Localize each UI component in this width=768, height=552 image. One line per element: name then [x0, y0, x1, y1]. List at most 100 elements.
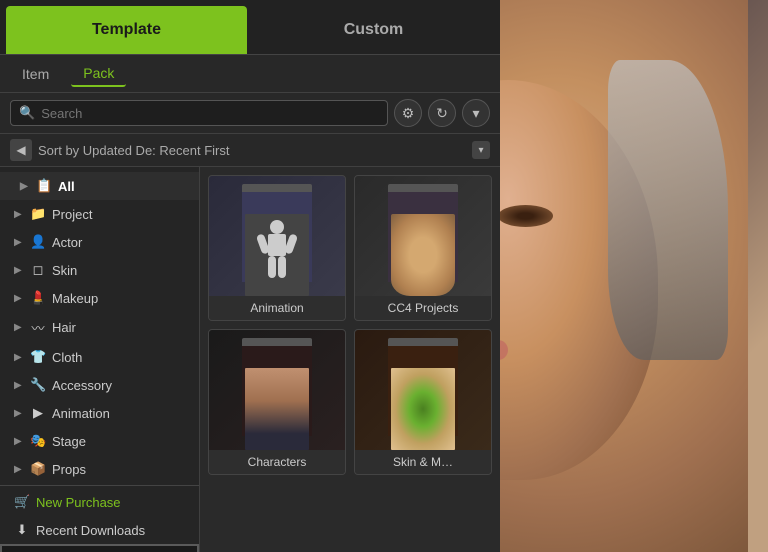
accessory-arrow-icon: ▶: [14, 380, 24, 391]
sidebar-item-stage-label: Stage: [52, 434, 86, 449]
grid-thumb-skin: [355, 330, 491, 450]
sidebar-item-cloth[interactable]: ▶ 👕 Cloth: [0, 343, 199, 371]
sort-label: Sort by Updated De: Recent First: [38, 143, 466, 158]
chevron-down-icon-btn[interactable]: ▾: [462, 99, 490, 127]
search-row: 🔍 ⚙ ↻ ▾: [0, 93, 500, 134]
skin-arrow-icon: ▶: [14, 265, 24, 276]
sidebar-item-makeup-label: Makeup: [52, 291, 98, 306]
purchase-icon: 🛒: [14, 494, 30, 510]
sidebar-item-animation[interactable]: ▶ ▶ Animation: [0, 399, 199, 427]
sidebar-item-new-purchase[interactable]: 🛒 New Purchase: [0, 488, 199, 516]
accessory-icon: 🔧: [30, 377, 46, 393]
project-folder-icon: 📁: [30, 206, 46, 222]
refresh-icon-btn[interactable]: ↻: [428, 99, 456, 127]
main-panel: Template Custom Item Pack 🔍 ⚙ ↻ ▾ ◀ So: [0, 0, 500, 552]
grid-item-cc4-label: CC4 Projects: [355, 296, 491, 320]
sidebar-item-accessory[interactable]: ▶ 🔧 Accessory: [0, 371, 199, 399]
grid-item-animation[interactable]: Animation: [208, 175, 346, 321]
grid-thumb-characters: [209, 330, 345, 450]
sub-tab-pack[interactable]: Pack: [71, 61, 126, 87]
grid-item-skin[interactable]: Skin & M…: [354, 329, 492, 475]
animation-arrow-icon: ▶: [14, 408, 24, 419]
animation-icon: ▶: [30, 405, 46, 421]
refresh-icon: ↻: [436, 105, 448, 122]
props-arrow-icon: ▶: [14, 464, 24, 475]
all-folder-icon: 📋: [36, 178, 52, 194]
tabs-row: Template Custom: [0, 0, 500, 55]
stage-icon: 🎭: [30, 433, 46, 449]
main-content: ▶ 📋 All ▶ 📁 Project ▶ 👤 Actor ▶ ◻ Skin ▶: [0, 167, 500, 552]
search-icons: ⚙ ↻ ▾: [394, 99, 490, 127]
hair-arrow-icon: ▶: [14, 322, 24, 333]
skin-eye-preview: [391, 368, 455, 450]
cc4-face-preview: [391, 214, 455, 296]
makeup-icon: 💄: [30, 290, 46, 306]
download-icon: ⬇: [14, 522, 30, 538]
characters-folder-preview: [245, 368, 309, 450]
props-icon: 📦: [30, 461, 46, 477]
stage-arrow-icon: ▶: [14, 436, 24, 447]
grid-item-characters[interactable]: Characters: [208, 329, 346, 475]
cloth-arrow-icon: ▶: [14, 352, 24, 363]
grid-item-animation-label: Animation: [209, 296, 345, 320]
sidebar: ▶ 📋 All ▶ 📁 Project ▶ 👤 Actor ▶ ◻ Skin ▶: [0, 167, 200, 552]
humanoid-leg-right: [278, 256, 286, 278]
cc4-folder-preview: [391, 214, 455, 296]
sidebar-item-makeup[interactable]: ▶ 💄 Makeup: [0, 284, 199, 312]
grid-thumb-cc4: [355, 176, 491, 296]
actor-icon: 👤: [30, 234, 46, 250]
search-input[interactable]: [41, 106, 379, 121]
sidebar-item-all-label: All: [58, 179, 75, 194]
sidebar-item-new-purchase-label: New Purchase: [36, 495, 121, 510]
sidebar-item-actor[interactable]: ▶ 👤 Actor: [0, 228, 199, 256]
humanoid-figure: [257, 220, 297, 290]
sidebar-item-props[interactable]: ▶ 📦 Props: [0, 455, 199, 483]
anim-figure: [245, 214, 309, 296]
grid-item-cc4[interactable]: CC4 Projects: [354, 175, 492, 321]
grid-item-skin-label: Skin & M…: [355, 450, 491, 474]
sort-back-button[interactable]: ◀: [10, 139, 32, 161]
sidebar-item-hair[interactable]: ▶ 〰 Hair: [0, 312, 199, 343]
back-arrow-icon: ◀: [16, 143, 25, 157]
sidebar-item-hair-label: Hair: [52, 320, 76, 335]
sort-dropdown-button[interactable]: ▾: [472, 141, 490, 159]
sidebar-item-props-label: Props: [52, 462, 86, 477]
sidebar-item-skin-label: Skin: [52, 263, 77, 278]
sidebar-item-cloth-label: Cloth: [52, 350, 82, 365]
sidebar-divider-1: [0, 485, 199, 486]
search-icon: 🔍: [19, 105, 35, 121]
sort-chevron-icon: ▾: [478, 145, 483, 156]
sidebar-item-project[interactable]: ▶ 📁 Project: [0, 200, 199, 228]
hair-icon: 〰: [30, 318, 46, 337]
sidebar-item-recent-label: Recent Downloads: [36, 523, 145, 538]
sidebar-item-accessory-label: Accessory: [52, 378, 112, 393]
skin-icon: ◻: [30, 262, 46, 278]
skin-folder-preview: [391, 368, 455, 450]
sidebar-item-animation-label: Animation: [52, 406, 110, 421]
free-resource-button[interactable]: 🎁 Free Resource: [0, 544, 199, 552]
filter-icon-btn[interactable]: ⚙: [394, 99, 422, 127]
sub-tab-item[interactable]: Item: [10, 62, 61, 86]
actor-arrow-icon: ▶: [14, 237, 24, 248]
sort-row: ◀ Sort by Updated De: Recent First ▾: [0, 134, 500, 167]
sidebar-item-skin[interactable]: ▶ ◻ Skin: [0, 256, 199, 284]
all-arrow-icon: ▶: [20, 181, 30, 192]
sidebar-item-stage[interactable]: ▶ 🎭 Stage: [0, 427, 199, 455]
cloth-icon: 👕: [30, 349, 46, 365]
animation-folder-preview: [245, 214, 309, 296]
humanoid-leg-left: [268, 256, 276, 278]
sidebar-item-actor-label: Actor: [52, 235, 82, 250]
tab-template[interactable]: Template: [6, 6, 247, 54]
sidebar-item-project-label: Project: [52, 207, 92, 222]
grid-area: Animation CC4 Projects: [200, 167, 500, 552]
sub-tabs: Item Pack: [0, 55, 500, 93]
search-wrapper: 🔍: [10, 100, 388, 126]
grid-item-characters-label: Characters: [209, 450, 345, 474]
chevron-down-icon: ▾: [472, 105, 479, 122]
filter-icon: ⚙: [402, 105, 415, 122]
humanoid-head: [270, 220, 284, 234]
sidebar-item-all[interactable]: ▶ 📋 All: [0, 172, 199, 200]
grid-thumb-animation: [209, 176, 345, 296]
sidebar-item-recent-downloads[interactable]: ⬇ Recent Downloads: [0, 516, 199, 544]
tab-custom[interactable]: Custom: [253, 6, 494, 54]
